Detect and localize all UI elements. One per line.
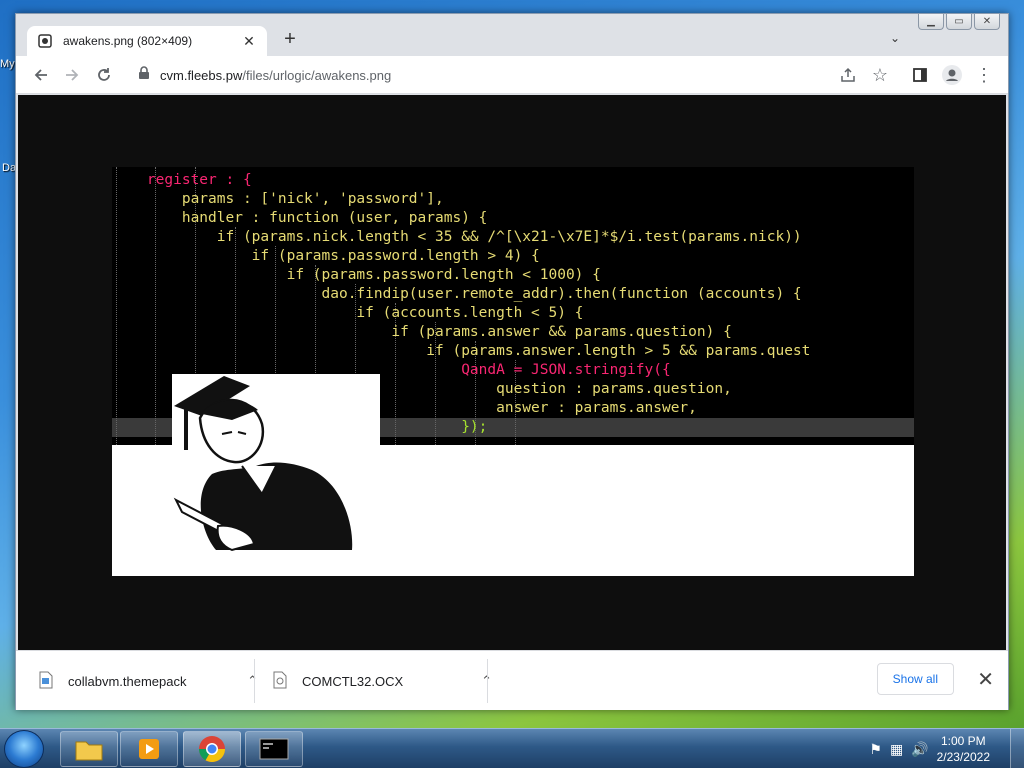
image-file-icon — [37, 33, 53, 49]
clock[interactable]: 1:00 PM 2/23/2022 — [937, 733, 990, 765]
code-line: if (params.answer.length > 5 && params.q… — [112, 343, 811, 359]
chevron-up-icon[interactable]: ⌃ — [247, 673, 258, 689]
cmd-taskbar-icon[interactable] — [245, 731, 303, 767]
action-center-flag-icon[interactable]: ⚑ — [869, 741, 882, 758]
download-bar: collabvm.themepack ⌃ COMCTL32.OCX ⌃ Show… — [16, 650, 1008, 710]
star-icon[interactable]: ☆ — [868, 64, 892, 86]
media-player-taskbar-icon[interactable] — [120, 731, 178, 767]
tab-search-chevron-icon[interactable]: ⌄ — [890, 31, 900, 45]
browser-window: ▁ ▭ ✕ awakens.png (802×409) ✕ + ⌄ cvm.fl — [15, 13, 1009, 710]
menu-icon[interactable]: ⋮ — [972, 64, 996, 86]
explorer-taskbar-icon[interactable] — [60, 731, 118, 767]
download-item[interactable]: collabvm.themepack ⌃ — [38, 651, 258, 711]
code-line: register : { — [112, 172, 252, 188]
code-line: params : ['nick', 'password'], — [112, 191, 444, 207]
code-line: if (accounts.length < 5) { — [112, 305, 584, 321]
side-panel-icon[interactable] — [908, 64, 932, 86]
show-all-button[interactable]: Show all — [876, 663, 954, 695]
url-text: cvm.fleebs.pw/files/urlogic/awakens.png — [160, 67, 392, 83]
tab-title: awakens.png (802×409) — [63, 34, 193, 48]
download-item[interactable]: COMCTL32.OCX ⌃ — [272, 651, 492, 711]
file-icon — [272, 671, 288, 692]
show-desktop-button[interactable] — [1010, 729, 1024, 768]
chrome-taskbar-icon[interactable] — [183, 731, 241, 767]
close-downloads-icon[interactable]: ✕ — [977, 667, 994, 692]
divider — [487, 659, 488, 703]
back-icon[interactable] — [29, 64, 53, 86]
image-viewport: register : { params : ['nick', 'password… — [18, 95, 1006, 650]
new-tab-button[interactable]: + — [278, 28, 302, 51]
code-line: if (params.answer && params.question) { — [112, 324, 732, 340]
address-bar[interactable]: cvm.fleebs.pw/files/urlogic/awakens.png — [128, 60, 888, 90]
divider — [254, 659, 255, 703]
close-tab-icon[interactable]: ✕ — [241, 33, 257, 50]
profile-icon[interactable] — [940, 64, 964, 86]
desktop-icon-label[interactable]: Da — [2, 162, 16, 174]
taskbar: ⚑ ▦ 🔊 1:00 PM 2/23/2022 — [0, 728, 1024, 768]
start-button[interactable] — [4, 730, 44, 768]
system-tray: ⚑ ▦ 🔊 1:00 PM 2/23/2022 — [869, 729, 1024, 768]
reload-icon[interactable] — [92, 64, 116, 86]
code-line: if (params.password.length > 4) { — [112, 248, 540, 264]
tab-awakens[interactable]: awakens.png (802×409) ✕ — [27, 26, 267, 56]
code-line: handler : function (user, params) { — [112, 210, 488, 226]
clock-time: 1:00 PM — [940, 734, 986, 748]
file-icon — [38, 671, 54, 692]
lock-icon[interactable] — [138, 65, 150, 85]
download-filename: collabvm.themepack — [68, 673, 187, 689]
network-icon[interactable]: ▦ — [890, 741, 903, 758]
tab-strip: awakens.png (802×409) ✕ + ⌄ — [16, 14, 1008, 56]
code-line: if (params.nick.length < 35 && /^[\x21-\… — [112, 229, 802, 245]
desktop-icon-label[interactable]: My — [0, 58, 15, 70]
share-icon[interactable] — [836, 64, 860, 86]
download-filename: COMCTL32.OCX — [302, 673, 404, 689]
volume-icon[interactable]: 🔊 — [911, 741, 928, 758]
code-line: if (params.password.length < 1000) { — [112, 267, 601, 283]
displayed-image: register : { params : ['nick', 'password… — [112, 167, 914, 576]
graduate-cartoon — [172, 374, 380, 552]
clock-date: 2/23/2022 — [936, 750, 990, 764]
browser-toolbar: cvm.fleebs.pw/files/urlogic/awakens.png … — [16, 56, 1008, 94]
code-line: dao.findip(user.remote_addr).then(functi… — [112, 286, 802, 302]
forward-icon[interactable] — [60, 64, 84, 86]
